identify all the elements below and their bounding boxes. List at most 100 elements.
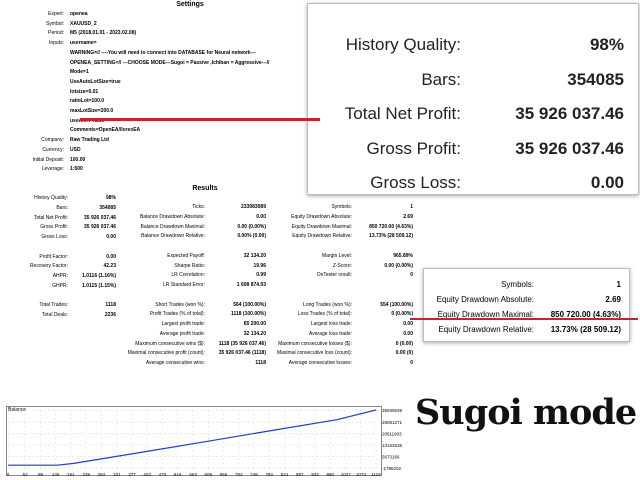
chart-x-tick-label: 887: [296, 472, 304, 477]
results-value: 0.99: [256, 272, 266, 279]
zoom-panel-profit: History Quality: 98% Bars: 354085 Total Net …: [307, 3, 639, 195]
chart-x-tick-label: 516: [174, 472, 182, 477]
settings-row: lotsize=0.01: [0, 88, 300, 97]
settings-row: Mode=1: [0, 68, 300, 77]
results-value: 1: [410, 204, 413, 210]
zoom-profit-label: Gross Loss:: [370, 173, 461, 192]
chart-x-tick-label: 563: [189, 472, 197, 477]
settings-row: Leverage: 1:500: [0, 165, 300, 174]
chart-y-tick-label: 5673166: [382, 455, 400, 460]
settings-row: Symbol: XAUUSD_2: [0, 20, 300, 29]
results-value: 0.00: [403, 321, 413, 327]
chart-y-tick-label: 28081271: [382, 420, 403, 425]
settings-row-label: Company:: [41, 137, 64, 144]
results-label: Largest profit trade:: [161, 321, 205, 327]
results-label: Maximal consecutive profit (count):: [127, 350, 205, 357]
zoom-profit-value: 35 926 037.46: [515, 104, 624, 123]
results-label: Maximum consecutive wins ($):: [135, 340, 205, 347]
chart-y-tick-label: 35930639: [382, 408, 403, 413]
settings-row-value: USD: [70, 146, 81, 153]
settings-row-value: lotsize=0.01: [70, 88, 99, 95]
results-value: 0: [410, 360, 413, 366]
settings-row: WARNING=// ----You will need to connect …: [0, 49, 300, 58]
results-value: 35 926 037.46: [84, 224, 116, 231]
settings-title: Settings: [176, 1, 204, 8]
chart-y-tick-label: -1796202: [382, 466, 402, 471]
results-value: 0.00 (0): [395, 350, 413, 357]
results-label: Gross Loss:: [41, 234, 68, 240]
results-label: Margin Level:: [321, 252, 352, 259]
chart-x-tick-label: 0: [7, 472, 10, 477]
results-label: Balance Drawdown Maximal:: [140, 223, 205, 230]
settings-row: Inputs: username=: [0, 39, 300, 48]
settings-row: Period: M5 (2018.01.01 - 2023.02.08): [0, 29, 300, 38]
chart-y-tick-label: 20611903: [382, 432, 402, 437]
chart-x-tick-label: 748: [250, 472, 258, 477]
balance-line: [8, 409, 377, 466]
results-value: 2.69: [403, 213, 413, 220]
results-value: 850 720.00 (4.63%): [369, 223, 413, 230]
settings-row-label: Initial Deposit:: [32, 156, 64, 163]
net-profit-highlight-underline: [80, 118, 320, 121]
zoom-drawdown-row: Equity Drawdown Absolute: 2.69: [424, 292, 629, 308]
zoom-profit-value: 0.00: [590, 173, 624, 192]
results-label: Profit Factor:: [39, 253, 68, 260]
zoom-profit-label: History Quality:: [345, 35, 461, 54]
results-label: Equity Drawdown Relative:: [292, 233, 352, 240]
results-value: 13.73% (28 509.12): [369, 233, 413, 240]
settings-row: Comments=OpenEA//IorexEA: [0, 126, 300, 135]
settings-row-label: Leverage:: [41, 166, 64, 173]
chart-x-tick-label: 980: [327, 472, 335, 477]
results-value: 965.89%: [393, 252, 413, 259]
results-value: 35 926 037.46 (1118): [218, 350, 266, 357]
results-value: 98%: [105, 195, 116, 201]
results-value: 32 134.20: [243, 330, 266, 337]
results-value: 0: [410, 272, 413, 279]
results-label: Bars:: [56, 204, 68, 211]
settings-row-label: Inputs:: [48, 40, 64, 47]
results-label: Average consecutive losses:: [288, 360, 352, 366]
chart-x-tick-label: 238: [83, 472, 91, 477]
settings-row: ratioLot=100.0: [0, 97, 300, 106]
results-value: 1.0115 (1.15%): [82, 282, 116, 289]
results-value: 65 200.00: [243, 321, 266, 327]
results-value: 0.00: [106, 253, 116, 260]
zoom-drawdown-value: 13.73% (28 509.12): [550, 325, 621, 334]
results-label: Short Trades (won %):: [155, 301, 205, 308]
zoom-drawdown-value: 850 720.00 (4.63%): [550, 310, 621, 319]
results-value: 35 926 037.46: [84, 214, 116, 221]
results-label: Loss Trades (% of total):: [297, 311, 352, 318]
zoom-panel-drawdown: Symbols: 1 Equity Drawdown Absolute: 2.69 Eq…: [423, 268, 630, 342]
chart-x-tick-label: 1027: [341, 472, 352, 477]
results-label: Maximal consecutive loss (count):: [276, 350, 352, 357]
zoom-drawdown-value: 2.69: [605, 295, 621, 304]
settings-row: OPENEA_SETTING=// ---CHOOSE MODE---Sugoi…: [0, 59, 300, 68]
results-value: 233983089: [240, 204, 266, 210]
results-label: OnTester result:: [316, 272, 352, 279]
zoom-profit-value: 98%: [589, 35, 624, 54]
balance-chart: 35930639 28081271 20611903 13162535 5673166 -…: [7, 408, 403, 477]
results-value: 0.00 (0.00%): [237, 223, 266, 230]
results-value: 0.00: [106, 234, 116, 240]
chart-x-tick-label: 934: [311, 472, 319, 477]
results-label: History Quality:: [34, 195, 68, 201]
results-label: Z-Score:: [332, 262, 352, 269]
chart-x-tick-label: 702: [235, 472, 243, 477]
settings-row-value: OPENEA_SETTING=// ---CHOOSE MODE---Sugoi…: [70, 59, 270, 66]
chart-x-tick-label: 145: [52, 472, 60, 477]
settings-row: Expert: openea: [0, 10, 300, 19]
zoom-drawdown-label: Equity Drawdown Maximal:: [437, 310, 534, 319]
settings-row: UseAutoLotSize=true: [0, 78, 300, 87]
results-label: Total Deals:: [41, 312, 68, 318]
results-value: 0.00: [403, 330, 413, 337]
settings-row: Currency: USD: [0, 146, 300, 155]
settings-row-value: openea: [70, 11, 88, 17]
zoom-profit-row: Gross Profit: 35 926 037.46: [308, 130, 638, 168]
settings-row-value: M5 (2018.01.01 - 2023.02.08): [70, 30, 137, 37]
results-label: Gross Profit:: [40, 224, 68, 231]
settings-row-value: XAUUSD_2: [70, 20, 97, 27]
results-label: Largest loss trade:: [310, 321, 352, 327]
zoom-profit-label: Gross Profit:: [366, 138, 461, 158]
results-value: 564 (100.00%): [233, 301, 266, 308]
results-value: 354085: [99, 204, 116, 211]
